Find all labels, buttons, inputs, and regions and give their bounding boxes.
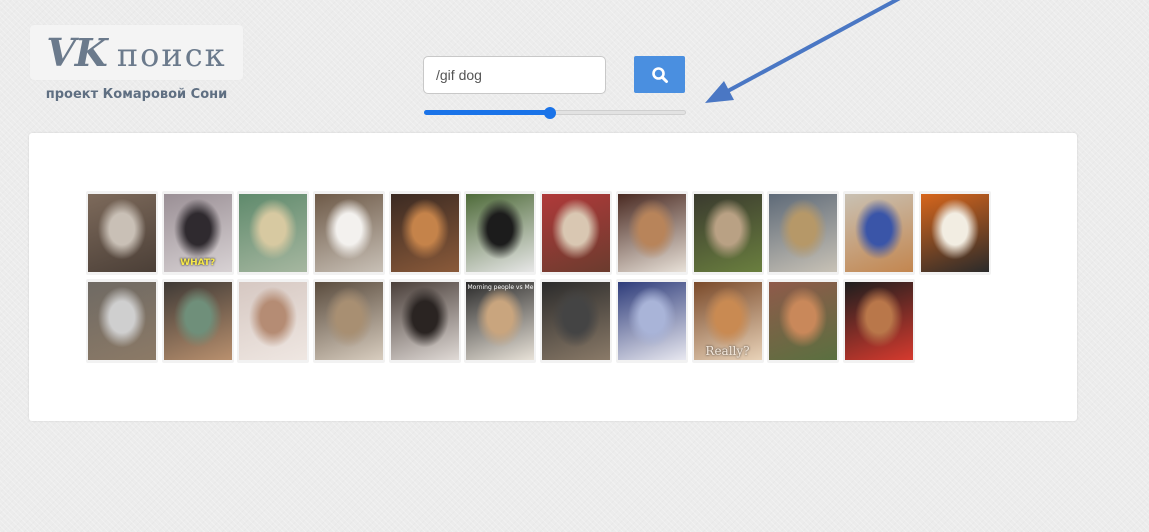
gif-image	[239, 282, 308, 360]
gif-thumbnail[interactable]	[767, 191, 840, 275]
gif-thumbnail[interactable]	[86, 191, 158, 275]
gif-caption: WHAT?	[180, 258, 216, 268]
gif-thumbnail[interactable]	[615, 191, 688, 275]
logo-vk: VK	[46, 30, 108, 75]
gif-image	[844, 194, 913, 272]
gif-results-grid: WHAT? Morning people vs Me Really?	[86, 191, 996, 367]
gif-image	[617, 282, 686, 360]
gif-image	[769, 282, 838, 360]
gif-thumbnail[interactable]	[313, 191, 386, 275]
gif-image	[542, 282, 611, 360]
gif-image	[390, 194, 459, 272]
gif-thumbnail[interactable]	[464, 191, 537, 275]
gif-image	[88, 282, 156, 360]
gif-caption: Morning people vs Me	[467, 284, 534, 291]
gif-caption: Really?	[705, 344, 750, 358]
gif-image	[693, 194, 762, 272]
logo-title: VK поиск	[46, 30, 226, 75]
gif-image	[88, 194, 156, 272]
logo-word: поиск	[116, 36, 227, 74]
gif-thumbnail[interactable]	[918, 191, 991, 275]
arrow-icon	[705, 0, 901, 103]
gif-image: Really?	[693, 282, 762, 360]
slider-fill	[424, 110, 550, 115]
gif-thumbnail[interactable]: Really?	[691, 279, 764, 363]
search-button[interactable]	[634, 56, 685, 93]
subtitle: проект Комаровой Сони	[45, 87, 228, 102]
gif-thumbnail[interactable]	[388, 279, 461, 363]
gif-thumbnail[interactable]	[237, 279, 310, 363]
gif-thumbnail[interactable]	[237, 191, 310, 275]
search-input[interactable]	[423, 56, 606, 94]
gif-image	[239, 194, 308, 272]
gif-image: Morning people vs Me	[466, 282, 535, 360]
gif-row: Morning people vs Me Really?	[86, 279, 996, 363]
gif-thumbnail[interactable]	[842, 191, 915, 275]
gif-image	[315, 282, 384, 360]
gif-image	[920, 194, 989, 272]
gif-thumbnail[interactable]	[615, 279, 688, 363]
gif-thumbnail[interactable]	[86, 279, 158, 363]
gif-image	[390, 282, 459, 360]
search-icon	[651, 66, 668, 83]
gif-thumbnail[interactable]	[691, 191, 764, 275]
gif-thumbnail[interactable]	[842, 279, 915, 363]
gif-thumbnail[interactable]	[540, 191, 613, 275]
gif-image	[542, 194, 611, 272]
gif-thumbnail[interactable]	[313, 279, 386, 363]
gif-thumbnail[interactable]	[388, 191, 461, 275]
gif-image	[466, 194, 535, 272]
gif-row: WHAT?	[86, 191, 996, 275]
gif-image: WHAT?	[163, 194, 232, 272]
gif-image	[315, 194, 384, 272]
slider-thumb[interactable]	[543, 107, 556, 119]
gif-image	[844, 282, 913, 360]
size-slider[interactable]	[424, 107, 686, 119]
gif-thumbnail[interactable]: WHAT?	[161, 191, 234, 275]
gif-image	[769, 194, 838, 272]
gif-thumbnail[interactable]	[161, 279, 234, 363]
gif-thumbnail[interactable]	[767, 279, 840, 363]
gif-image	[617, 194, 686, 272]
gif-thumbnail[interactable]	[540, 279, 613, 363]
logo[interactable]: VK поиск	[30, 25, 243, 80]
gif-image	[163, 282, 232, 360]
gif-thumbnail[interactable]: Morning people vs Me	[464, 279, 537, 363]
